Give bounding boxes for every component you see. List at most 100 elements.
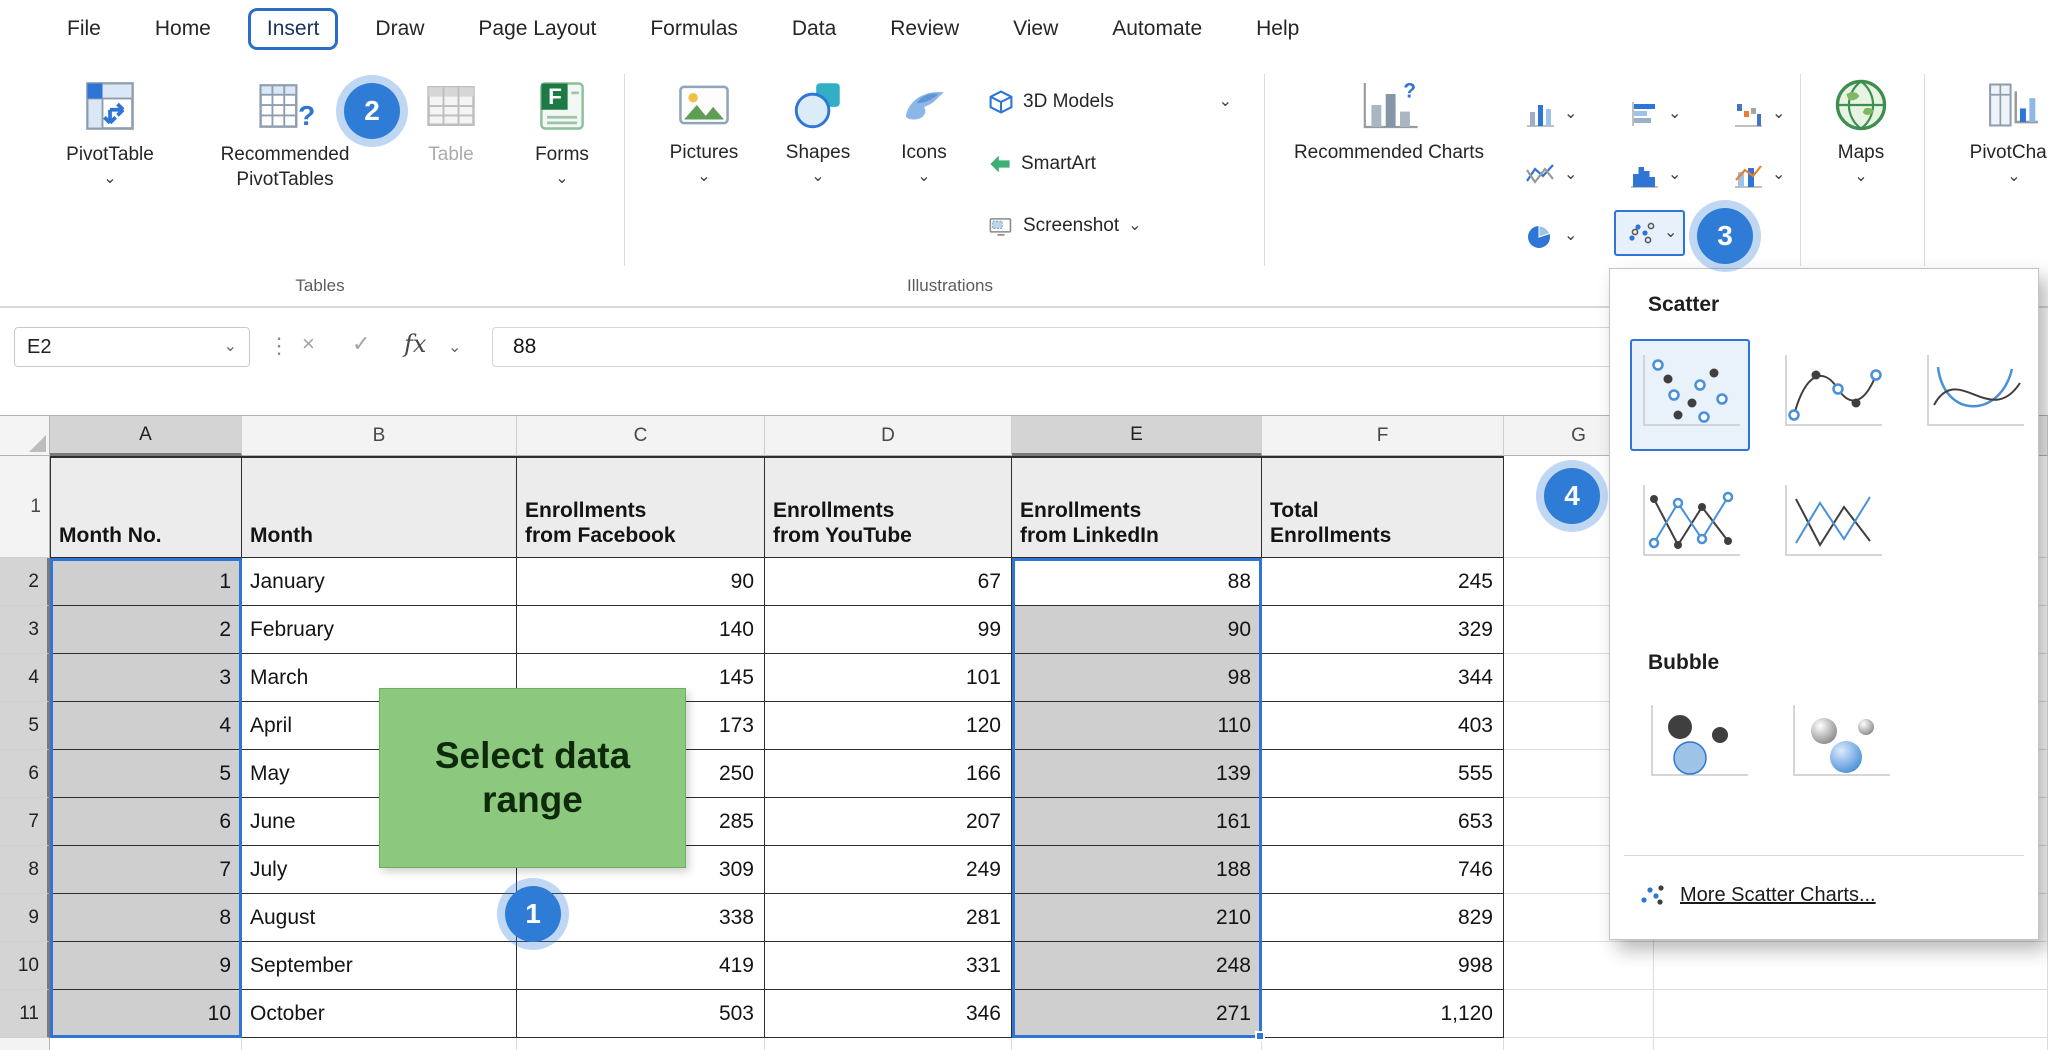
- cell-E10[interactable]: 248: [1012, 942, 1262, 990]
- cell-A9[interactable]: 8: [50, 894, 242, 942]
- cell-D11[interactable]: 346: [765, 990, 1012, 1038]
- cell-A8[interactable]: 7: [50, 846, 242, 894]
- name-box[interactable]: E2 ⌄: [14, 327, 250, 367]
- cell-E7[interactable]: 161: [1012, 798, 1262, 846]
- forms-button[interactable]: F Forms ⌄: [510, 76, 614, 187]
- cell-E1[interactable]: Enrollments from LinkedIn: [1012, 456, 1262, 558]
- cell-A12[interactable]: [50, 1038, 242, 1050]
- cell-E4[interactable]: 98: [1012, 654, 1262, 702]
- column-header-B[interactable]: B: [242, 416, 517, 456]
- cell-A2[interactable]: 1: [50, 558, 242, 606]
- column-header-D[interactable]: D: [765, 416, 1012, 456]
- waterfall-chart-button[interactable]: ⌄: [1724, 91, 1791, 137]
- tab-formulas[interactable]: Formulas: [623, 8, 765, 50]
- cell-F7[interactable]: 653: [1262, 798, 1504, 846]
- pivotchart-button[interactable]: PivotChart ⌄: [1944, 76, 2048, 185]
- shapes-button[interactable]: Shapes ⌄: [764, 76, 872, 185]
- cell-A7[interactable]: 6: [50, 798, 242, 846]
- cell-A1[interactable]: Month No.: [50, 456, 242, 558]
- cell-B1[interactable]: Month: [242, 456, 517, 558]
- cell-F11[interactable]: 1,120: [1262, 990, 1504, 1038]
- cell-F8[interactable]: 746: [1262, 846, 1504, 894]
- tab-draw[interactable]: Draw: [348, 8, 451, 50]
- cell-B3[interactable]: February: [242, 606, 517, 654]
- row-header-7[interactable]: 7: [0, 798, 50, 846]
- row-header-8[interactable]: 8: [0, 846, 50, 894]
- cell-C1[interactable]: Enrollments from Facebook: [517, 456, 765, 558]
- recommended-charts-button[interactable]: ? Recommended Charts: [1286, 76, 1492, 166]
- column-header-A[interactable]: A: [50, 416, 242, 456]
- scatter-chart-button[interactable]: ⌄: [1614, 210, 1686, 256]
- cell-F4[interactable]: 344: [1262, 654, 1504, 702]
- scatter-straight-option[interactable]: [1772, 469, 1892, 581]
- cell-G10[interactable]: [1504, 942, 1654, 990]
- cell-G12[interactable]: [1504, 1038, 1654, 1050]
- cell-B11[interactable]: October: [242, 990, 517, 1038]
- row-header-12[interactable]: 12: [0, 1038, 50, 1050]
- cell-E5[interactable]: 110: [1012, 702, 1262, 750]
- row-header-9[interactable]: 9: [0, 894, 50, 942]
- scatter-option[interactable]: [1630, 339, 1750, 451]
- tab-review[interactable]: Review: [863, 8, 986, 50]
- maps-button[interactable]: Maps ⌄: [1806, 76, 1916, 185]
- cell-G11[interactable]: [1504, 990, 1654, 1038]
- cell-B12[interactable]: [242, 1038, 517, 1050]
- fill-handle[interactable]: [1255, 1031, 1265, 1041]
- select-all-corner[interactable]: [0, 416, 50, 456]
- cell-C12[interactable]: [517, 1038, 765, 1050]
- 3d-models-button[interactable]: 3D Models ⌄: [988, 84, 1232, 120]
- cell-A10[interactable]: 9: [50, 942, 242, 990]
- tab-help[interactable]: Help: [1229, 8, 1326, 50]
- line-chart-button[interactable]: ⌄: [1516, 152, 1583, 198]
- cell-E11[interactable]: 271: [1012, 990, 1262, 1038]
- row-header-4[interactable]: 4: [0, 654, 50, 702]
- tab-page-layout[interactable]: Page Layout: [451, 8, 623, 50]
- cell-D4[interactable]: 101: [765, 654, 1012, 702]
- pie-chart-button[interactable]: ⌄: [1516, 213, 1583, 259]
- smartart-button[interactable]: SmartArt: [988, 146, 1232, 182]
- row-header-2[interactable]: 2: [0, 558, 50, 606]
- cell-D7[interactable]: 207: [765, 798, 1012, 846]
- tab-data[interactable]: Data: [765, 8, 863, 50]
- cell-A6[interactable]: 5: [50, 750, 242, 798]
- cell-D1[interactable]: Enrollments from YouTube: [765, 456, 1012, 558]
- histogram-chart-button[interactable]: ⌄: [1620, 152, 1687, 198]
- cell-E12[interactable]: [1012, 1038, 1262, 1050]
- pictures-button[interactable]: Pictures ⌄: [648, 76, 760, 185]
- cell-C2[interactable]: 90: [517, 558, 765, 606]
- row-header-10[interactable]: 10: [0, 942, 50, 990]
- cell-F5[interactable]: 403: [1262, 702, 1504, 750]
- cell-A11[interactable]: 10: [50, 990, 242, 1038]
- cell-C10[interactable]: 419: [517, 942, 765, 990]
- cell-F9[interactable]: 829: [1262, 894, 1504, 942]
- row-header-1[interactable]: 1: [0, 456, 50, 558]
- row-header-3[interactable]: 3: [0, 606, 50, 654]
- cell-E8[interactable]: 188: [1012, 846, 1262, 894]
- screenshot-button[interactable]: Screenshot ⌄: [988, 208, 1232, 244]
- cell-D12[interactable]: [765, 1038, 1012, 1050]
- icons-button[interactable]: Icons ⌄: [874, 76, 974, 185]
- more-scatter-charts-item[interactable]: More Scatter Charts...: [1610, 871, 2038, 919]
- row-header-11[interactable]: 11: [0, 990, 50, 1038]
- cell-D9[interactable]: 281: [765, 894, 1012, 942]
- cell-B2[interactable]: January: [242, 558, 517, 606]
- row-header-6[interactable]: 6: [0, 750, 50, 798]
- cell-D2[interactable]: 67: [765, 558, 1012, 606]
- tab-file[interactable]: File: [40, 8, 128, 50]
- cell-C3[interactable]: 140: [517, 606, 765, 654]
- cell-E2[interactable]: 88: [1012, 558, 1262, 606]
- enter-icon[interactable]: ✓: [352, 331, 370, 357]
- column-chart-button[interactable]: ⌄: [1516, 91, 1583, 137]
- cell-A4[interactable]: 3: [50, 654, 242, 702]
- cell-F10[interactable]: 998: [1262, 942, 1504, 990]
- row-header-5[interactable]: 5: [0, 702, 50, 750]
- tab-insert[interactable]: Insert: [247, 8, 339, 50]
- bubble-option[interactable]: [1638, 689, 1758, 801]
- cell-B10[interactable]: September: [242, 942, 517, 990]
- pivottable-button[interactable]: PivotTable ⌄: [44, 76, 176, 187]
- cell-F1[interactable]: Total Enrollments: [1262, 456, 1504, 558]
- column-header-F[interactable]: F: [1262, 416, 1504, 456]
- cell-F3[interactable]: 329: [1262, 606, 1504, 654]
- column-header-C[interactable]: C: [517, 416, 765, 456]
- tab-automate[interactable]: Automate: [1085, 8, 1229, 50]
